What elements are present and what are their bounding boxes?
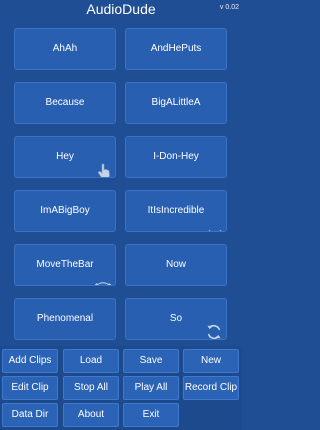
clip-button-movethebar[interactable]: MoveTheBar — [14, 244, 116, 286]
clip-button-i-don-hey[interactable]: I-Don-Hey — [125, 136, 227, 178]
arrows-loop-icon — [93, 268, 113, 285]
clip-button-imabigboy[interactable]: ImABigBoy — [14, 190, 116, 232]
load-button[interactable]: Load — [63, 349, 119, 373]
data-dir-button[interactable]: Data Dir — [2, 403, 58, 427]
app-title: AudioDude — [86, 1, 156, 17]
add-clips-button[interactable]: Add Clips — [2, 349, 58, 373]
play-all-button[interactable]: Play All — [123, 376, 179, 400]
clip-label: ImABigBoy — [40, 205, 90, 216]
clip-button-andheputs[interactable]: AndHePuts — [125, 28, 227, 70]
clip-label: MoveTheBar — [36, 259, 94, 270]
edit-clip-button[interactable]: Edit Clip — [2, 376, 58, 400]
clip-label: BigALittleA — [151, 97, 201, 108]
clip-label: Hey — [56, 151, 74, 162]
clip-button-bigalittlea[interactable]: BigALittleA — [125, 82, 227, 124]
refresh-icon — [205, 319, 223, 339]
clip-label: Now — [165, 259, 186, 270]
save-button[interactable]: Save — [123, 349, 179, 373]
record-clip-button[interactable]: Record Clip — [183, 376, 239, 400]
clip-label: AhAh — [52, 43, 78, 54]
clip-button-phenomenal[interactable]: Phenomenal — [14, 298, 116, 340]
clip-grid: AhAh AndHePuts Because BigALittleA Hey I… — [0, 22, 242, 342]
clip-label: ItIsIncredible — [147, 205, 205, 216]
arrows-inward-icon — [204, 215, 226, 231]
title-bar: AudioDude v 0.02 — [0, 0, 242, 18]
clip-button-now[interactable]: Now — [125, 244, 227, 286]
clip-label: AndHePuts — [150, 43, 202, 54]
clip-button-because[interactable]: Because — [14, 82, 116, 124]
hand-pointer-icon — [97, 157, 111, 177]
new-button[interactable]: New — [183, 349, 239, 373]
clip-button-so[interactable]: So — [125, 298, 227, 340]
clip-label: So — [169, 313, 183, 324]
clip-label: I-Don-Hey — [153, 151, 199, 162]
stop-all-button[interactable]: Stop All — [63, 376, 119, 400]
clip-button-itisincredible[interactable]: ItIsIncredible — [125, 190, 227, 232]
app-window: AudioDude v 0.02 AhAh AndHePuts Because … — [0, 0, 242, 430]
toolbar: Add Clips Load Save New Edit Clip Stop A… — [0, 346, 242, 430]
version-label: v 0.02 — [219, 4, 239, 11]
clip-button-ahah[interactable]: AhAh — [14, 28, 116, 70]
about-button[interactable]: About — [63, 403, 119, 427]
exit-button[interactable]: Exit — [123, 403, 179, 427]
clip-label: Phenomenal — [36, 313, 94, 324]
clip-button-hey[interactable]: Hey — [14, 136, 116, 178]
clip-label: Because — [45, 97, 85, 108]
